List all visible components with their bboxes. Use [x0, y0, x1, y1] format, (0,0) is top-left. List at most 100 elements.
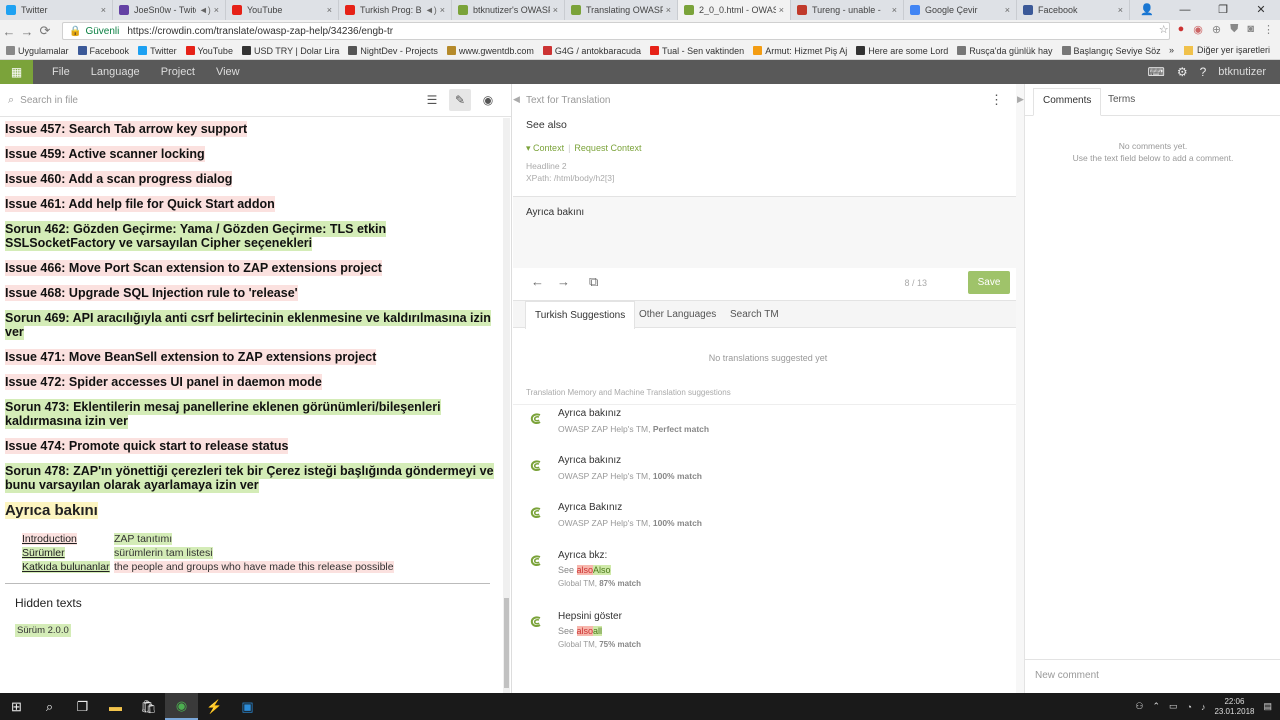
extension-icon[interactable]: ◉: [1193, 23, 1203, 36]
document-string[interactable]: Sorun 478: ZAP'ın yönettiği çerezleri te…: [5, 463, 495, 493]
tab-close-icon[interactable]: ×: [779, 5, 784, 15]
bookmark-item[interactable]: Uygulamalar: [6, 46, 69, 56]
document-string[interactable]: Sorun 462: Gözden Geçirme: Yama / Gözden…: [5, 221, 495, 251]
document-string[interactable]: Issue 461: Add help file for Quick Start…: [5, 196, 495, 212]
bookmark-item[interactable]: Here are some Lord: [856, 46, 948, 56]
document-string[interactable]: Issue 459: Active scanner locking: [5, 146, 495, 162]
task-view-icon[interactable]: ❐: [66, 693, 99, 720]
tab-terms[interactable]: Terms: [1099, 88, 1144, 116]
apps-grid-icon[interactable]: ▦: [0, 60, 33, 84]
search-input[interactable]: Search in file: [20, 95, 78, 106]
browser-tab[interactable]: Google Çevir ×: [904, 0, 1017, 20]
camera-icon[interactable]: ◙: [1247, 23, 1254, 36]
keyboard-icon[interactable]: ⌨: [1148, 60, 1165, 84]
tab-close-icon[interactable]: ×: [1118, 5, 1123, 15]
context-link[interactable]: Context: [533, 143, 564, 153]
collapse-right-icon[interactable]: ▶: [1017, 94, 1024, 105]
collapse-left-icon[interactable]: ◀: [513, 94, 520, 105]
tm-suggestion[interactable]: Ayrıca bakınız OWASP ZAP Help's TM, Perfe…: [513, 408, 1023, 452]
browser-tab[interactable]: Facebook ×: [1017, 0, 1130, 20]
document-string[interactable]: Issue 466: Move Port Scan extension to Z…: [5, 260, 495, 276]
document-string[interactable]: Issue 474: Promote quick start to releas…: [5, 438, 495, 454]
document-string[interactable]: Sorun 469: API aracılığıyla anti csrf be…: [5, 310, 495, 340]
link-value[interactable]: the people and groups who have made this…: [114, 561, 394, 573]
search-icon[interactable]: ⌕: [33, 693, 66, 720]
shield-icon[interactable]: ⛊: [1230, 23, 1238, 36]
audio-icon[interactable]: ◄): [425, 5, 437, 15]
request-context-link[interactable]: Request Context: [574, 143, 641, 153]
document-string[interactable]: Issue 472: Spider accesses UI panel in d…: [5, 374, 495, 390]
person-icon[interactable]: ⚇: [1135, 701, 1143, 712]
tab-other-languages[interactable]: Other Languages: [630, 301, 725, 329]
tab-close-icon[interactable]: ×: [1005, 5, 1010, 15]
tab-close-icon[interactable]: ×: [440, 5, 445, 15]
close-window-icon[interactable]: ✕: [1242, 0, 1280, 20]
back-icon[interactable]: ←: [0, 24, 18, 39]
tm-suggestion[interactable]: Hepsini göster See alsoall Global TM, 75% …: [513, 611, 1023, 655]
menu-dots-icon[interactable]: ⋮: [1263, 23, 1274, 36]
document-string[interactable]: Issue 460: Add a scan progress dialog: [5, 171, 495, 187]
link-key[interactable]: Introduction: [22, 533, 114, 545]
tab-close-icon[interactable]: ×: [101, 5, 106, 15]
tm-suggestion[interactable]: Ayrıca bkz: See alsoAlso Global TM, 87% ma…: [513, 550, 1023, 594]
link-key[interactable]: Sürümler: [22, 547, 114, 559]
menu-item-project[interactable]: Project: [161, 60, 195, 84]
save-button[interactable]: Save: [968, 271, 1010, 294]
extension-icon[interactable]: ⊕: [1212, 23, 1221, 36]
browser-tab[interactable]: Turkish Prog: Ba ◄) ×: [339, 0, 452, 20]
app-icon[interactable]: ⚡: [198, 693, 231, 720]
bookmark-item[interactable]: Facebook: [77, 46, 129, 56]
notifications-icon[interactable]: ▤: [1263, 701, 1272, 712]
document-string[interactable]: Issue 471: Move BeanSell extension to ZA…: [5, 349, 495, 365]
star-icon[interactable]: ☆: [1159, 23, 1169, 36]
tab-close-icon[interactable]: ×: [553, 5, 558, 15]
tm-suggestion[interactable]: Ayrıca bakınız OWASP ZAP Help's TM, 100% …: [513, 455, 1023, 499]
chevron-right-icon[interactable]: »: [1169, 45, 1174, 55]
tab-search-tm[interactable]: Search TM: [721, 301, 788, 329]
user-icon[interactable]: 👤: [1128, 0, 1166, 20]
browser-tab[interactable]: 2_0_0.html - OWAS ×: [678, 0, 791, 20]
translation-input[interactable]: Ayrıca bakını: [526, 207, 584, 218]
version-label[interactable]: Sürüm 2.0.0: [15, 624, 71, 637]
section-heading[interactable]: Ayrıca bakını: [5, 502, 495, 519]
list-view-icon[interactable]: ☰: [421, 89, 443, 111]
user-name[interactable]: btknutizer: [1218, 60, 1266, 84]
minimize-icon[interactable]: —: [1166, 0, 1204, 20]
document-string[interactable]: Issue 468: Upgrade SQL Injection rule to…: [5, 285, 495, 301]
pencil-icon[interactable]: ✎: [449, 89, 471, 111]
new-comment-input[interactable]: New comment: [1025, 659, 1280, 693]
tab-close-icon[interactable]: ×: [892, 5, 897, 15]
tm-suggestion[interactable]: Ayrıca Bakınız OWASP ZAP Help's TM, 100% …: [513, 502, 1023, 546]
document-string[interactable]: Issue 457: Search Tab arrow key support: [5, 121, 495, 137]
browser-tab[interactable]: btknutizer's OWASP ×: [452, 0, 565, 20]
clock[interactable]: 22:06 23.01.2018: [1214, 697, 1254, 717]
browser-tab[interactable]: Translating OWASP ×: [565, 0, 678, 20]
wifi-icon[interactable]: ◔: [1187, 702, 1192, 712]
browser-tab[interactable]: Twitter ×: [0, 0, 113, 20]
chrome-icon[interactable]: ◉: [165, 693, 198, 720]
chevron-up-icon[interactable]: ⌃: [1152, 701, 1160, 712]
menu-dots-icon[interactable]: ⋮: [990, 92, 1003, 108]
translation-editor[interactable]: Ayrıca bakını: [513, 196, 1023, 268]
other-bookmarks[interactable]: » Diğer yer işaretleri: [1169, 45, 1270, 55]
scrollbar[interactable]: [503, 118, 510, 693]
browser-tab[interactable]: YouTube ×: [226, 0, 339, 20]
scrollbar-thumb[interactable]: [504, 598, 509, 688]
tab-turkish-suggestions[interactable]: Turkish Suggestions: [525, 301, 636, 329]
store-icon[interactable]: 🛍: [132, 693, 165, 720]
omnibox[interactable]: 🔒 Güvenli https://crowdin.com/translate/…: [62, 22, 1170, 40]
arrow-right-icon[interactable]: →: [557, 274, 570, 289]
browser-tab[interactable]: Tureng - unable - ×: [791, 0, 904, 20]
bookmark-item[interactable]: Twitter: [138, 46, 177, 56]
help-icon[interactable]: ?: [1200, 60, 1207, 84]
url-text[interactable]: https://crowdin.com/translate/owasp-zap-…: [127, 26, 393, 37]
bookmark-item[interactable]: Rusça'da günlük hay: [957, 46, 1053, 56]
volume-icon[interactable]: ♪: [1201, 702, 1206, 712]
tab-close-icon[interactable]: ×: [666, 5, 671, 15]
bookmark-item[interactable]: Armut: Hizmet Piş Aj: [753, 46, 847, 56]
tab-close-icon[interactable]: ×: [214, 5, 219, 15]
app-icon[interactable]: ▣: [231, 693, 264, 720]
link-value[interactable]: sürümlerin tam listesi: [114, 547, 213, 559]
bookmark-item[interactable]: NightDev - Projects: [348, 46, 438, 56]
bookmark-item[interactable]: YouTube: [185, 46, 233, 56]
